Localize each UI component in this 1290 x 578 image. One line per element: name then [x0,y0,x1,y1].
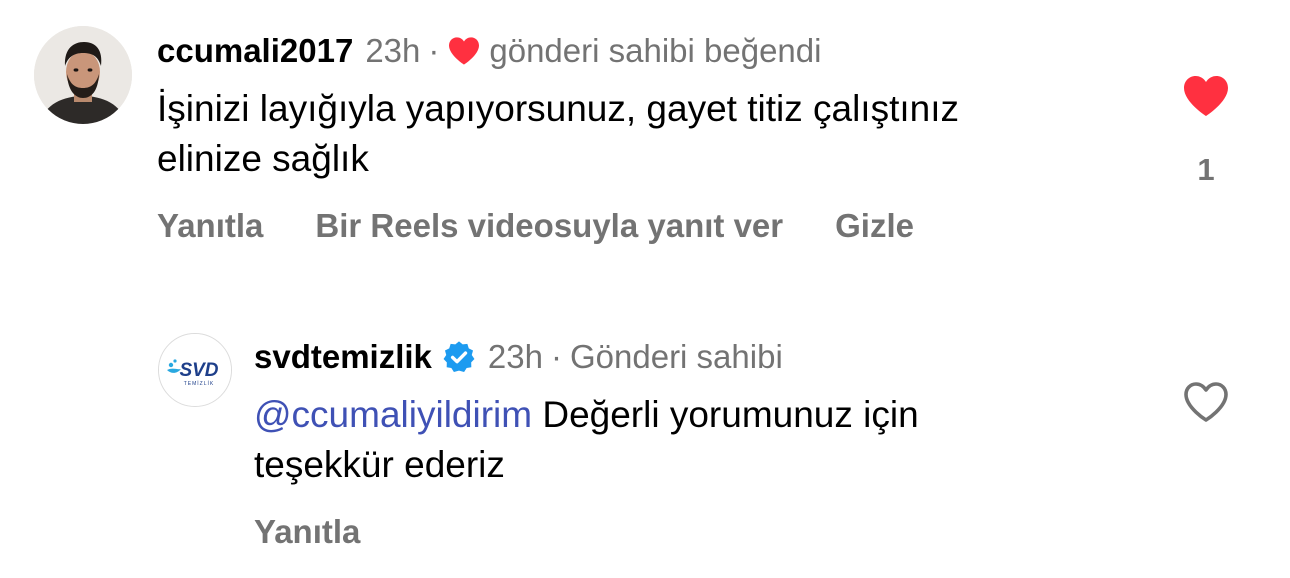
avatar[interactable] [34,26,132,124]
comment-actions: Yanıtla Bir Reels videosuyla yanıt ver G… [157,206,966,246]
comments-thread: ccumali2017 23h · gönderi sahibi beğendi… [0,0,1290,578]
author-badge: Gönderi sahibi [569,338,783,375]
heart-outline-icon [1184,382,1228,422]
comment-username[interactable]: ccumali2017 [157,31,353,71]
comment-text-segment: Değerli yorumunuz için [532,394,919,435]
logo-subtext: TEMİZLİK [184,380,215,387]
comment-time: 23h [487,338,543,375]
hide-button[interactable]: Gizle [835,206,914,246]
svd-logo-icon: SVD TEMİZLİK [159,334,231,406]
reply-button[interactable]: Yanıtla [157,206,263,246]
user-photo [34,26,132,124]
like-button[interactable] [1182,380,1230,429]
separator-dot: · [428,32,440,69]
like-button[interactable] [1182,74,1230,123]
author-liked-label: gönderi sahibi beğendi [489,32,822,69]
reels-reply-button[interactable]: Bir Reels videosuyla yanıt ver [315,206,783,246]
mention-link[interactable]: @ccumaliyildirim [254,394,532,435]
heart-filled-icon [1184,76,1228,116]
comment-header: svdtemizlik 23h · Gönderi sahibi [254,337,783,377]
comment-text: İşinizi layığıyla yapıyorsunuz, gayet ti… [157,84,959,184]
comment-text-line: İşinizi layığıyla yapıyorsunuz, gayet ti… [157,88,960,129]
comment-header: ccumali2017 23h · gönderi sahibi beğendi [157,31,821,71]
comment-text-line: @ccumaliyildirim Değerli yorumunuz için [254,390,919,440]
comment-text-line: elinize sağlık [157,138,369,179]
comment-username[interactable]: svdtemizlik [254,337,432,377]
heart-icon [449,37,480,65]
reply-button[interactable]: Yanıtla [254,512,360,552]
verified-badge-icon [443,341,475,373]
comment-actions: Yanıtla [254,512,412,552]
comment-text-line: teşekkür ederiz [254,444,505,485]
logo-text: SVD [179,360,218,381]
like-count: 1 [1197,152,1215,187]
comment-text: @ccumaliyildirim Değerli yorumunuz için … [254,390,919,490]
comment-time: 23h [365,32,421,69]
separator-dot: · [550,338,562,375]
avatar[interactable]: SVD TEMİZLİK [158,333,232,407]
